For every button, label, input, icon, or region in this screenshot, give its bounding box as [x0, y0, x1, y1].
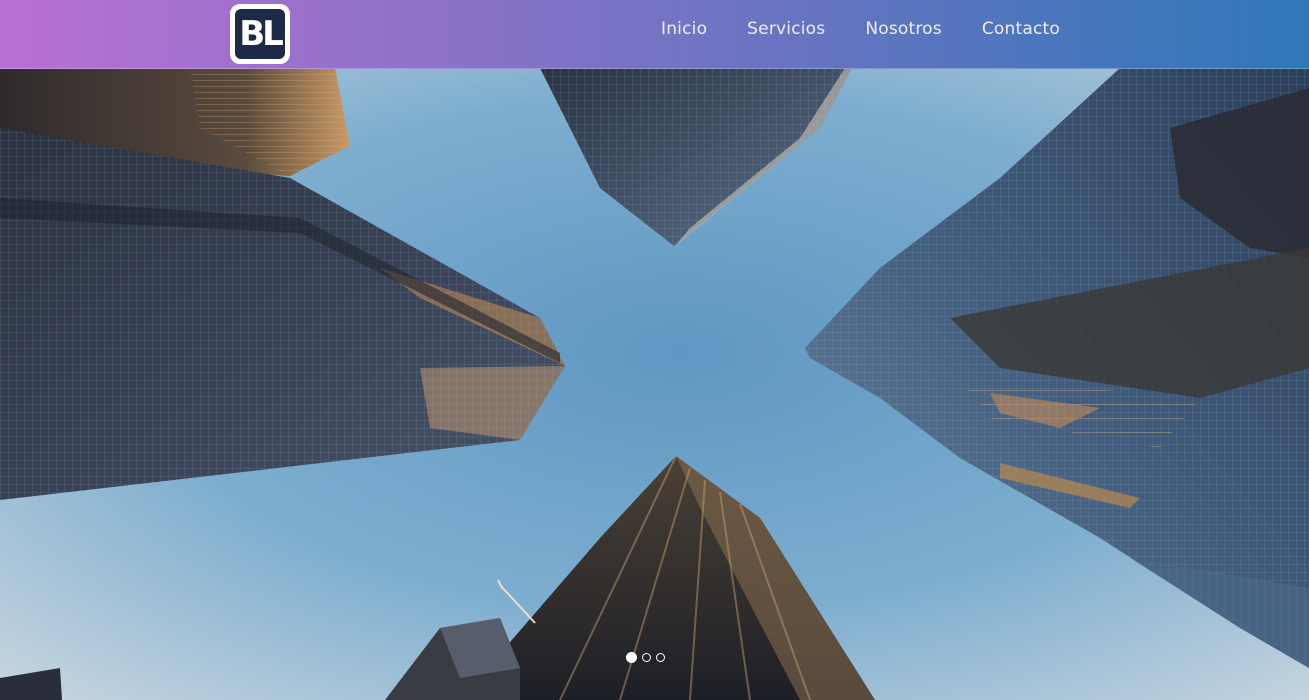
- top-navbar: BL Inicio Servicios Nosotros Contacto: [0, 0, 1309, 69]
- carousel-dot-3[interactable]: [656, 653, 665, 662]
- nav-link-nosotros[interactable]: Nosotros: [865, 19, 942, 39]
- hero-image-skyscrapers: [0, 68, 1309, 700]
- nav-link-servicios[interactable]: Servicios: [747, 19, 825, 39]
- brand-logo[interactable]: BL: [230, 4, 290, 64]
- nav-link-inicio[interactable]: Inicio: [661, 19, 707, 39]
- carousel-dot-2[interactable]: [642, 653, 651, 662]
- nav-link-contacto[interactable]: Contacto: [982, 19, 1060, 39]
- brand-logo-text: BL: [235, 9, 285, 59]
- main-nav: Inicio Servicios Nosotros Contacto: [661, 0, 1060, 58]
- carousel-dot-1[interactable]: [626, 652, 637, 663]
- hero-carousel: [0, 68, 1309, 700]
- carousel-indicators: [626, 652, 665, 663]
